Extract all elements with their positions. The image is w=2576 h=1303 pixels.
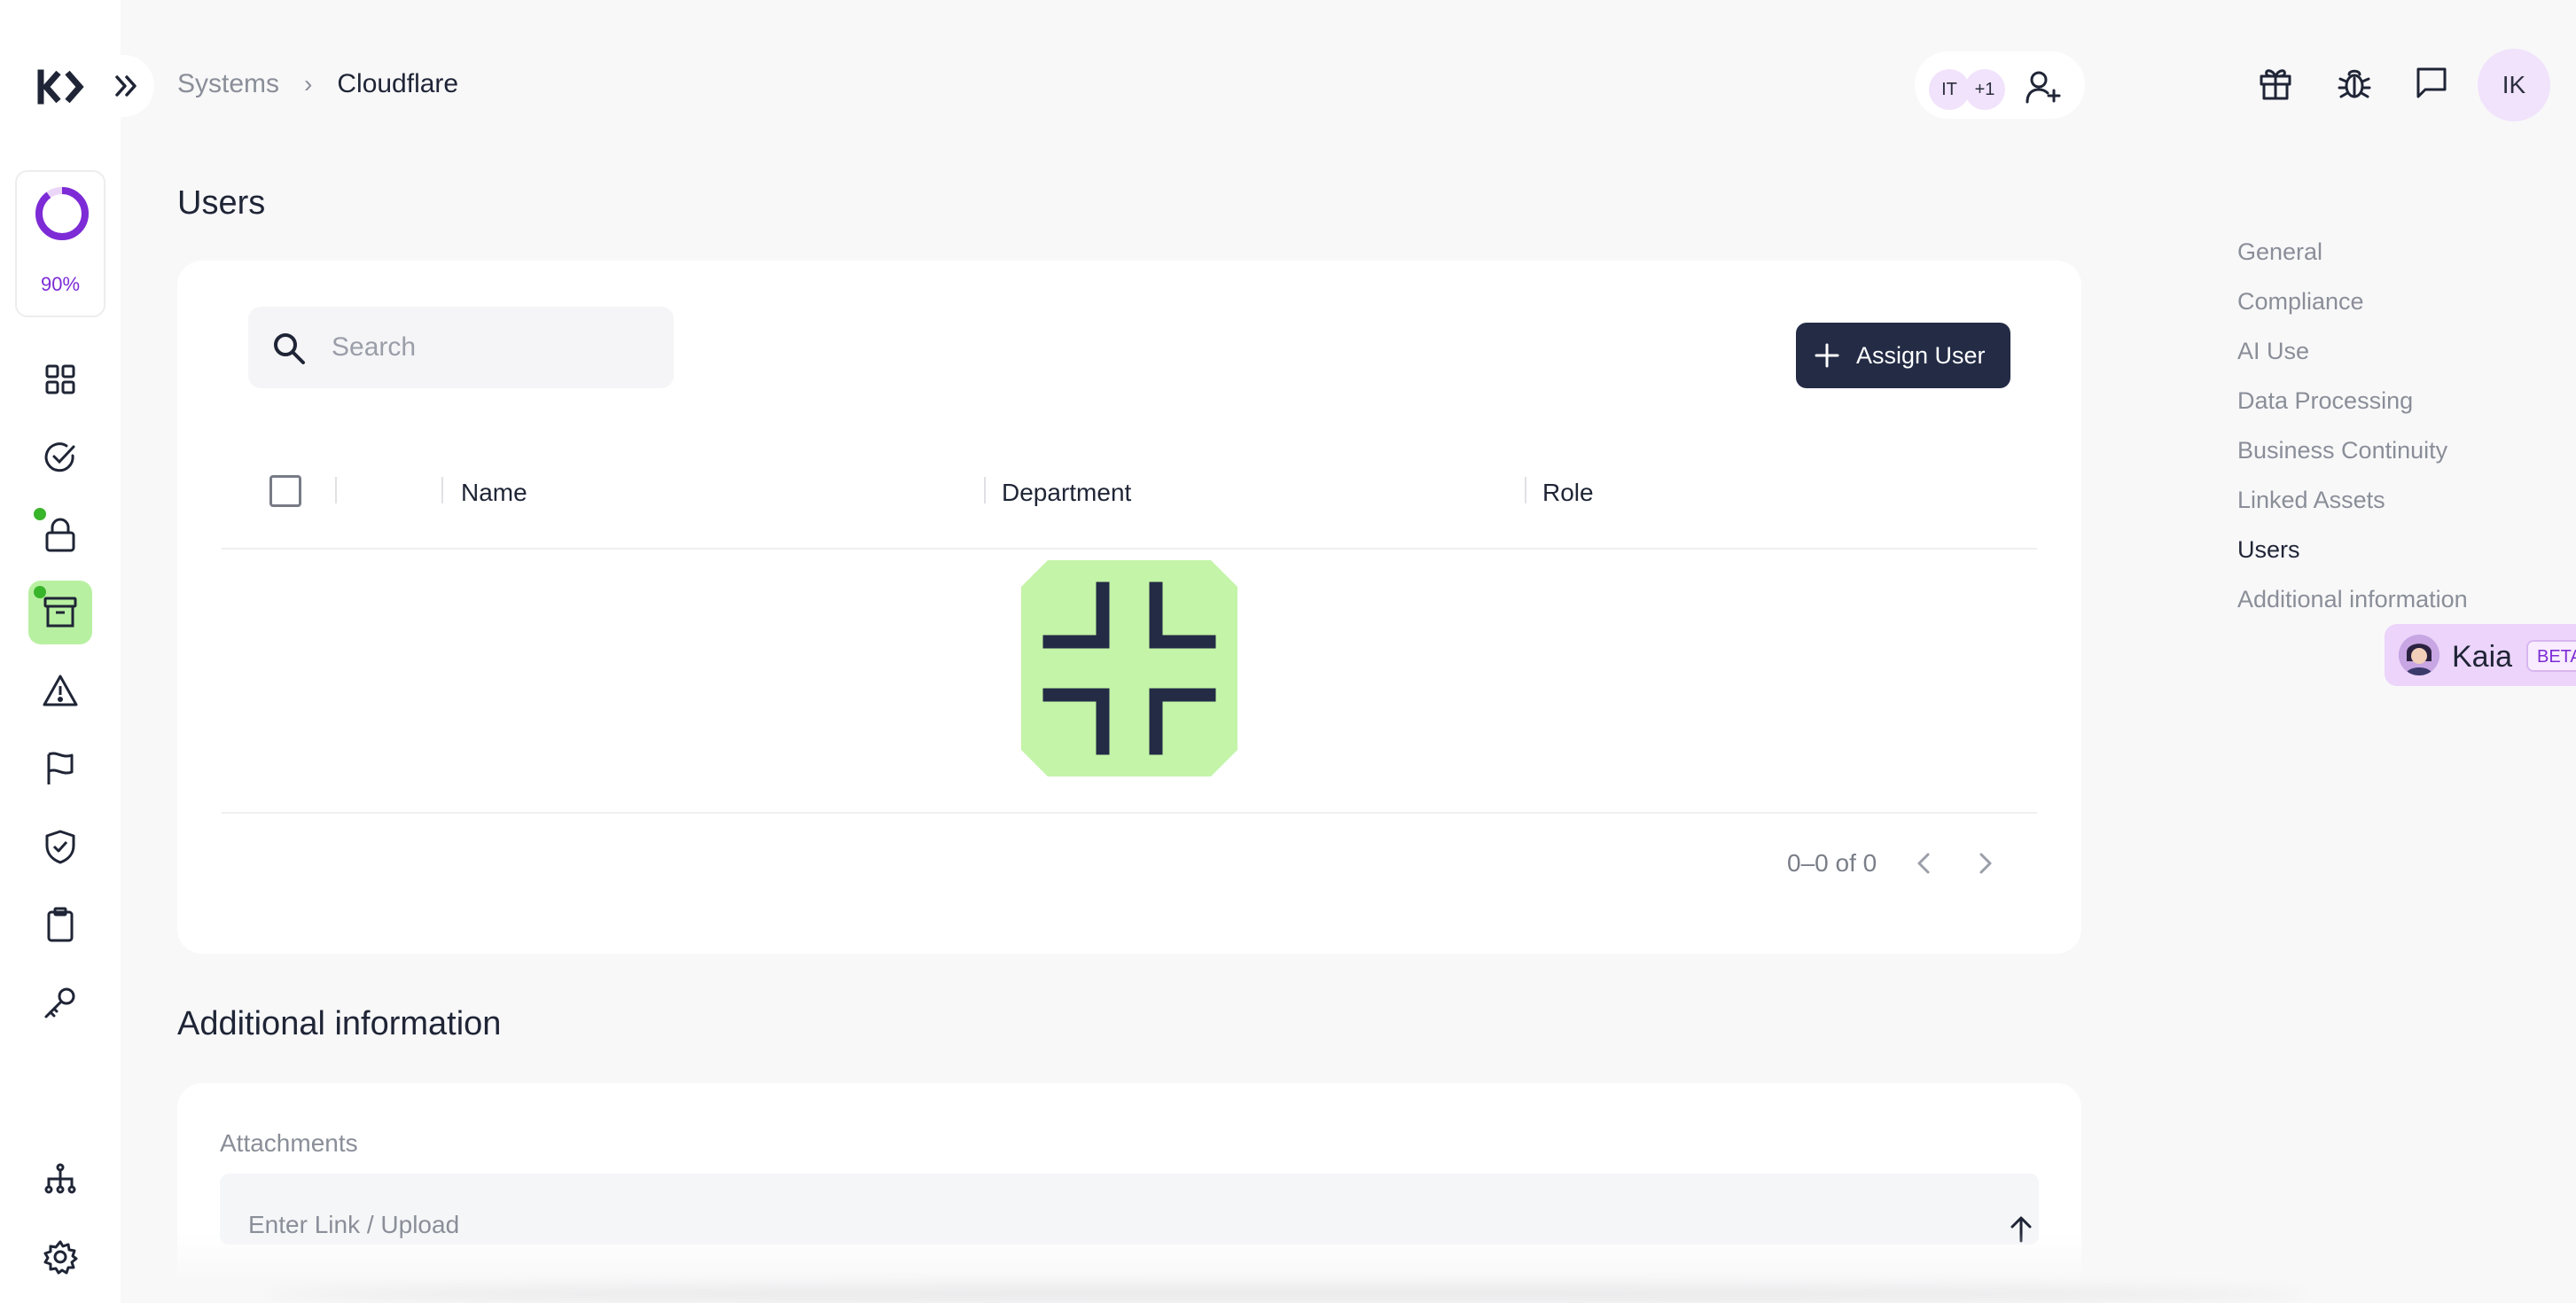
- sidebar-item-access[interactable]: [28, 971, 92, 1034]
- gear-icon: [43, 1239, 78, 1275]
- kaia-assistant-button[interactable]: Kaia BETA: [2385, 624, 2576, 686]
- empty-state-icon: [1021, 560, 1237, 781]
- assistant-avatar: [2399, 635, 2439, 675]
- users-card: Assign User Name Department Role 0–0 of …: [177, 261, 2081, 954]
- user-plus-icon[interactable]: [2025, 69, 2062, 105]
- column-header-department[interactable]: Department: [1002, 479, 1131, 507]
- column-divider[interactable]: [335, 477, 337, 503]
- sidebar-item-compliance[interactable]: [28, 815, 92, 878]
- toc-item-compliance[interactable]: Compliance: [2237, 285, 2468, 335]
- check-circle-icon: [43, 440, 78, 475]
- bug-icon[interactable]: [2337, 66, 2372, 101]
- column-divider[interactable]: [1525, 477, 1526, 503]
- table-divider: [222, 812, 2037, 814]
- assign-user-button[interactable]: Assign User: [1796, 323, 2010, 388]
- breadcrumb: Systems › Cloudflare: [177, 69, 458, 99]
- sidebar-item-organization[interactable]: [28, 1147, 92, 1211]
- more-owners-badge[interactable]: +1: [1964, 69, 2005, 110]
- toc-item-users[interactable]: Users: [2237, 534, 2468, 583]
- user-avatar[interactable]: IK: [2478, 49, 2550, 121]
- column-header-name[interactable]: Name: [461, 479, 527, 507]
- chevron-right-icon: [1979, 853, 1992, 874]
- sidebar-item-systems[interactable]: [28, 581, 92, 644]
- logo[interactable]: [35, 67, 85, 106]
- assign-user-label: Assign User: [1856, 341, 1986, 369]
- breadcrumb-current: Cloudflare: [337, 69, 459, 98]
- warning-icon: [42, 674, 79, 707]
- key-icon: [43, 985, 78, 1020]
- expand-sidebar-button[interactable]: [98, 55, 154, 117]
- column-divider[interactable]: [441, 477, 443, 503]
- flag-icon: [44, 751, 76, 786]
- toc-item-linked-assets[interactable]: Linked Assets: [2237, 484, 2468, 534]
- status-dot: [34, 586, 46, 598]
- chat-icon[interactable]: [2415, 66, 2448, 99]
- sidebar: 90%: [0, 0, 121, 1303]
- breadcrumb-systems-link[interactable]: Systems: [177, 69, 279, 99]
- search-box[interactable]: [248, 307, 674, 388]
- archive-box-icon: [43, 596, 78, 629]
- sidebar-item-security[interactable]: [28, 503, 92, 566]
- sidebar-item-dashboard[interactable]: [28, 347, 92, 411]
- clipboard-icon: [45, 907, 75, 942]
- beta-badge: BETA: [2526, 640, 2576, 672]
- section-navigation: General Compliance AI Use Data Processin…: [2237, 236, 2468, 633]
- org-chart-icon: [43, 1162, 77, 1196]
- bottom-shadow: [266, 1285, 2305, 1303]
- column-divider[interactable]: [984, 477, 986, 503]
- status-dot: [34, 508, 46, 520]
- sidebar-item-issues[interactable]: [28, 737, 92, 800]
- progress-label: 90%: [40, 273, 81, 295]
- sidebar-item-risks[interactable]: [28, 659, 92, 722]
- progress-card[interactable]: 90%: [15, 170, 105, 317]
- additional-section-title: Additional information: [177, 1005, 502, 1042]
- assistant-name: Kaia: [2452, 640, 2513, 674]
- progress-ring-icon: [35, 187, 89, 240]
- pagination-label: 0–0 of 0: [1787, 849, 1877, 877]
- toc-item-general[interactable]: General: [2237, 236, 2468, 285]
- users-section-title: Users: [177, 184, 266, 222]
- sidebar-item-settings[interactable]: [28, 1225, 92, 1289]
- search-icon: [271, 331, 307, 366]
- next-page-button[interactable]: [1972, 846, 1999, 881]
- chevron-right-icon: ›: [304, 70, 313, 98]
- lock-icon: [43, 517, 77, 552]
- users-table-header: Name Department Role: [222, 438, 2037, 550]
- owner-avatar-group[interactable]: IT +1: [1915, 51, 2085, 119]
- attachments-label: Attachments: [220, 1129, 358, 1157]
- toc-item-business-continuity[interactable]: Business Continuity: [2237, 434, 2468, 484]
- chevron-left-icon: [1917, 853, 1930, 874]
- sidebar-item-tasks[interactable]: [28, 425, 92, 489]
- shield-check-icon: [44, 829, 76, 864]
- toc-item-data-processing[interactable]: Data Processing: [2237, 385, 2468, 434]
- toc-item-ai-use[interactable]: AI Use: [2237, 335, 2468, 385]
- column-header-role[interactable]: Role: [1542, 479, 1594, 507]
- select-all-checkbox[interactable]: [269, 475, 301, 507]
- pagination: 0–0 of 0: [1787, 846, 2034, 881]
- previous-page-button[interactable]: [1910, 846, 1937, 881]
- search-input[interactable]: [332, 324, 660, 371]
- sidebar-item-reports[interactable]: [28, 893, 92, 956]
- gift-icon[interactable]: [2259, 66, 2292, 101]
- plus-icon: [1814, 342, 1840, 369]
- chevrons-right-icon: [113, 74, 138, 98]
- grid-icon: [44, 363, 76, 395]
